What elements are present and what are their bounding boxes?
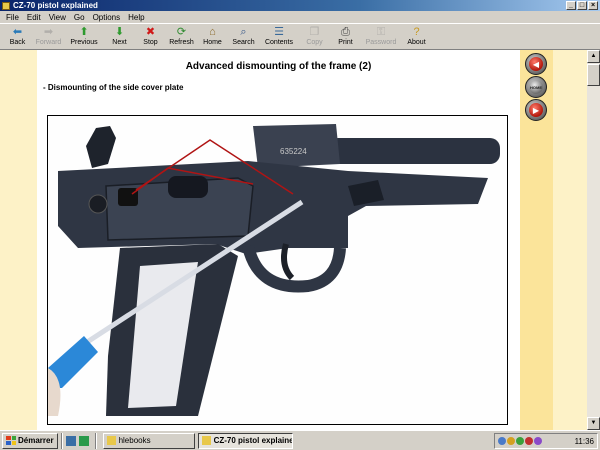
- frame-slot-left: [118, 188, 138, 206]
- close-button[interactable]: ×: [588, 1, 598, 10]
- question-icon: ?: [413, 26, 420, 38]
- toolbar: ⬅ Back ➡ Forward ⬆ Previous ⬇ Next ✖ Stop ⟳ Refresh…: [0, 23, 600, 50]
- printer-icon: ⎙: [341, 26, 350, 38]
- menu-edit[interactable]: Edit: [23, 13, 45, 22]
- nav-back-button[interactable]: ◀: [525, 53, 547, 75]
- copy-icon: ❐: [309, 26, 320, 38]
- trigger: [281, 243, 295, 281]
- home-button[interactable]: ⌂ Home: [197, 24, 228, 50]
- print-button[interactable]: ⎙ Print: [330, 24, 361, 50]
- menu-help[interactable]: Help: [124, 13, 148, 22]
- slide-block: [253, 124, 340, 168]
- start-button[interactable]: Démarrer: [2, 432, 58, 449]
- help-page: Advanced dismounting of the frame (2) - …: [37, 50, 520, 430]
- home-label-icon: HOME: [529, 80, 543, 94]
- toolbar-label: Home: [203, 39, 222, 46]
- left-arrow-icon: ◀: [529, 57, 543, 71]
- tray-shield-icon[interactable]: [516, 437, 524, 445]
- toolbar-label: Next: [112, 39, 127, 46]
- nav-home-button[interactable]: HOME: [525, 76, 547, 98]
- quicklaunch-browser-icon[interactable]: [78, 435, 89, 446]
- clock: 11:36: [574, 436, 594, 446]
- toolbar-label: Password: [365, 39, 397, 46]
- about-button[interactable]: ? About: [401, 24, 432, 50]
- pistol-photo: 635224: [47, 115, 508, 425]
- nav-sidebar: ◀ HOME ▶: [520, 50, 553, 430]
- toolbar-label: Contents: [264, 39, 294, 46]
- refresh-icon: ⟳: [176, 26, 187, 38]
- toolbar-label: Print: [338, 39, 353, 46]
- menu-options[interactable]: Options: [89, 13, 125, 22]
- menu-file[interactable]: File: [2, 13, 23, 22]
- vertical-scrollbar[interactable]: ▲ ▼: [587, 50, 600, 430]
- tray-antivirus-icon[interactable]: [525, 437, 533, 445]
- taskbar-item-cz70[interactable]: CZ-70 pistol explained: [197, 432, 293, 449]
- hammer: [86, 126, 116, 168]
- up-arrow-icon: ⬆: [79, 26, 89, 38]
- app-icon: [2, 1, 10, 10]
- maximize-button[interactable]: □: [577, 1, 587, 10]
- quicklaunch-desktop-icon[interactable]: [65, 435, 76, 446]
- contents-icon: ☰: [274, 26, 284, 38]
- start-label: Démarrer: [18, 436, 54, 445]
- taskbar: Démarrer hlebooks CZ-70 pistol explained…: [0, 430, 600, 450]
- scroll-down-icon[interactable]: ▼: [587, 417, 600, 430]
- title-bar: CZ-70 pistol explained _ □ ×: [0, 0, 600, 11]
- toolbar-label: About: [407, 39, 426, 46]
- toolbar-label: Previous: [70, 39, 98, 46]
- tray-volume-icon[interactable]: [507, 437, 515, 445]
- minimize-button[interactable]: _: [566, 1, 576, 10]
- toolbar-label: Refresh: [169, 39, 194, 46]
- content-area: Advanced dismounting of the frame (2) - …: [0, 50, 600, 430]
- forward-arrow-icon: ➡: [43, 26, 54, 38]
- windows-logo-icon: [6, 436, 16, 445]
- next-button[interactable]: ⬇ Next: [104, 24, 135, 50]
- home-icon: ⌂: [209, 26, 216, 38]
- tray-app-icon[interactable]: [534, 437, 542, 445]
- search-button[interactable]: ⌕ Search: [228, 24, 259, 50]
- key-icon: ⚿: [376, 26, 386, 38]
- scroll-thumb[interactable]: [587, 64, 600, 86]
- frame-slot-middle: [168, 176, 208, 198]
- back-button[interactable]: ⬅ Back: [2, 24, 33, 50]
- menu-go[interactable]: Go: [70, 13, 89, 22]
- contents-button[interactable]: ☰ Contents: [259, 24, 299, 50]
- stop-icon: ✖: [145, 26, 156, 38]
- tray-network-icon[interactable]: [498, 437, 506, 445]
- toolbar-label: Forward: [35, 39, 62, 46]
- page-subtitle: - Dismounting of the side cover plate: [43, 83, 184, 92]
- system-tray: 11:36: [494, 433, 598, 449]
- stop-button[interactable]: ✖ Stop: [135, 24, 166, 50]
- password-button[interactable]: ⚿ Password: [361, 24, 401, 50]
- barrel: [328, 138, 500, 164]
- nav-forward-button[interactable]: ▶: [525, 99, 547, 121]
- taskbar-item-hlebooks[interactable]: hlebooks: [102, 432, 195, 449]
- folder-icon: [106, 436, 116, 445]
- toolbar-label: Back: [9, 39, 26, 46]
- search-icon: ⌕: [240, 26, 247, 38]
- pistol-illustration: 635224: [48, 124, 500, 416]
- menu-bar: File Edit View Go Options Help: [0, 11, 600, 23]
- back-arrow-icon: ⬅: [12, 26, 23, 38]
- toolbar-label: Stop: [143, 39, 158, 46]
- down-arrow-icon: ⬇: [114, 26, 125, 38]
- screw: [88, 194, 108, 214]
- menu-view[interactable]: View: [45, 13, 70, 22]
- right-arrow-icon: ▶: [529, 103, 543, 117]
- serial-number: 635224: [280, 147, 307, 156]
- copy-button[interactable]: ❐ Copy: [299, 24, 330, 50]
- toolbar-label: Search: [232, 39, 255, 46]
- previous-button[interactable]: ⬆ Previous: [64, 24, 104, 50]
- refresh-button[interactable]: ⟳ Refresh: [166, 24, 197, 50]
- toolbar-label: Copy: [306, 39, 323, 46]
- window-title: CZ-70 pistol explained: [13, 1, 98, 10]
- help-book-icon: [201, 436, 211, 445]
- page-title: Advanced dismounting of the frame (2): [185, 61, 372, 72]
- trigger-guard: [242, 244, 346, 293]
- forward-button[interactable]: ➡ Forward: [33, 24, 64, 50]
- scroll-up-icon[interactable]: ▲: [587, 50, 600, 63]
